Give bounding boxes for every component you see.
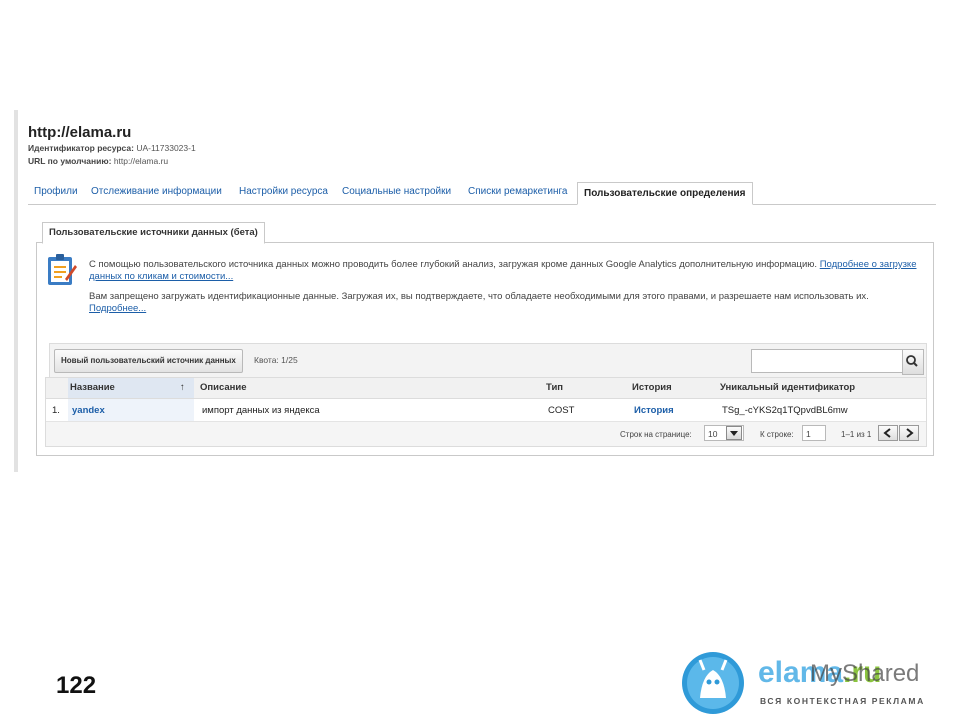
row-history-link[interactable]: История (634, 405, 674, 416)
new-data-source-button[interactable]: Новый пользовательский источник данных (54, 349, 243, 373)
row-name-link[interactable]: yandex (72, 405, 105, 416)
default-url-value: http://elama.ru (113, 156, 169, 166)
goto-row-input[interactable]: 1 (802, 425, 826, 441)
goto-row-label: К строке: (760, 430, 794, 439)
default-url-line: URL по умолчанию: http://elama.ru (28, 156, 196, 167)
search-button[interactable] (902, 349, 924, 375)
slide-number: 122 (56, 672, 97, 699)
myshared-watermark: MyShared (810, 660, 920, 687)
info-paragraph-2: Вам запрещено загружать идентификационны… (89, 291, 919, 315)
resource-id-line: Идентификатор ресурса: UA-11733023-1 (28, 143, 196, 154)
next-page-button[interactable] (899, 425, 919, 441)
default-url-label: URL по умолчанию: (28, 156, 112, 166)
tab-property-settings[interactable]: Настройки ресурса (239, 186, 328, 197)
data-sources-panel: С помощью пользовательского источника да… (36, 242, 934, 456)
more-link[interactable]: Подробнее... (89, 303, 146, 314)
site-title: http://elama.ru (28, 124, 132, 141)
tab-tracking-info[interactable]: Отслеживание информации (91, 186, 222, 197)
sort-asc-icon[interactable]: ↑ (180, 382, 185, 393)
tab-custom-definitions[interactable]: Пользовательские определения (577, 182, 753, 205)
column-header-type[interactable]: Тип (546, 382, 563, 393)
left-border (14, 110, 18, 472)
pagination-bar: Строк на странице: 10 К строке: 1 1–1 из… (46, 422, 926, 446)
data-sources-table: Название ↑ Описание Тип История Уникальн… (45, 377, 927, 447)
row-description: импорт данных из яндекса (202, 405, 320, 416)
chevron-left-icon (883, 428, 891, 438)
column-header-description[interactable]: Описание (200, 382, 247, 393)
row-unique-id: TSg_-cYKS2q1TQpvdBL6mw (722, 405, 848, 416)
row-number: 1. (52, 405, 60, 416)
chevron-down-icon (730, 431, 738, 436)
column-header-history[interactable]: История (632, 382, 672, 393)
tab-profiles[interactable]: Профили (34, 186, 78, 197)
pagination-range: 1–1 из 1 (841, 430, 872, 439)
resource-id-value: UA-11733023-1 (136, 143, 196, 153)
column-header-name[interactable]: Название (70, 382, 115, 393)
column-header-unique-id[interactable]: Уникальный идентификатор (720, 382, 855, 393)
tab-social-settings[interactable]: Социальные настройки (342, 186, 451, 197)
chevron-right-icon (906, 428, 914, 438)
tab-remarketing-lists[interactable]: Списки ремаркетинга (468, 186, 567, 197)
info-text: С помощью пользовательского источника да… (89, 259, 919, 323)
info-line-1: С помощью пользовательского источника да… (89, 259, 818, 270)
clipboard-icon (48, 254, 77, 285)
table-row: 1. yandex импорт данных из яндекса COST … (46, 399, 926, 422)
prev-page-button[interactable] (878, 425, 898, 441)
table-header: Название ↑ Описание Тип История Уникальн… (46, 378, 926, 399)
table-toolbar: Новый пользовательский источник данных К… (49, 343, 927, 379)
search-input[interactable] (751, 349, 903, 373)
logo-tagline: ВСЯ КОНТЕКСТНАЯ РЕКЛАМА (760, 696, 925, 706)
rows-per-page-dropdown[interactable] (726, 426, 742, 440)
resource-id-label: Идентификатор ресурса: (28, 143, 134, 153)
row-type: COST (548, 405, 575, 416)
elama-mascot-icon (682, 652, 744, 714)
info-line-2: Вам запрещено загружать идентификационны… (89, 291, 869, 302)
slide: http://elama.ru Идентификатор ресурса: U… (0, 0, 960, 720)
rows-per-page-label: Строк на странице: (620, 430, 692, 439)
elama-logo: elama.ru MyShared ВСЯ КОНТЕКСТНАЯ РЕКЛАМ… (680, 650, 950, 716)
subtab-custom-data-sources[interactable]: Пользовательские источники данных (бета) (42, 222, 265, 244)
quota-text: Квота: 1/25 (254, 355, 298, 365)
search-icon (906, 355, 918, 367)
settings-tabs: Профили Отслеживание информации Настройк… (28, 182, 936, 205)
property-header: http://elama.ru Идентификатор ресурса: U… (28, 124, 196, 167)
info-paragraph-1: С помощью пользовательского источника да… (89, 259, 919, 283)
